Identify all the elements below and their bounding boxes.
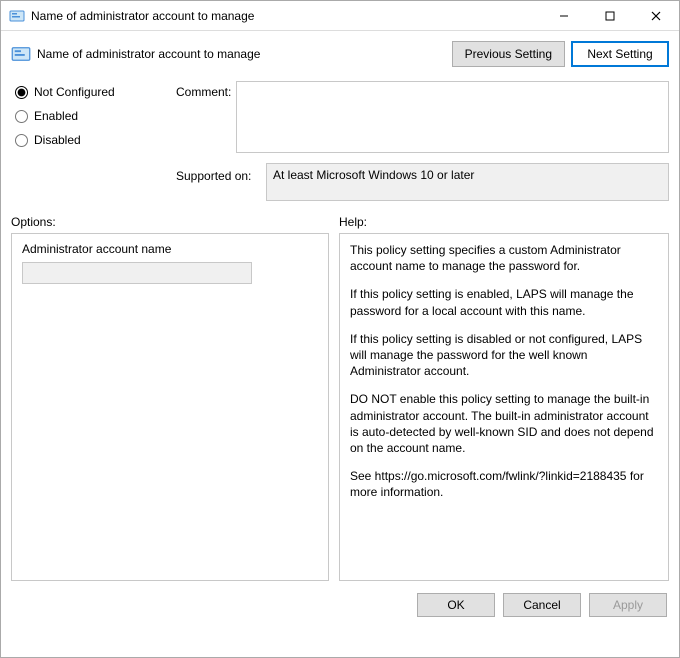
- help-text: DO NOT enable this policy setting to man…: [350, 391, 658, 456]
- radio-enabled-label: Enabled: [34, 109, 78, 123]
- help-text: If this policy setting is enabled, LAPS …: [350, 286, 658, 318]
- policy-icon: [11, 44, 31, 64]
- next-setting-button[interactable]: Next Setting: [571, 41, 669, 67]
- radio-enabled-input[interactable]: [15, 110, 28, 123]
- help-text: See https://go.microsoft.com/fwlink/?lin…: [350, 468, 658, 500]
- cancel-button[interactable]: Cancel: [503, 593, 581, 617]
- help-section-label: Help:: [339, 215, 669, 229]
- help-text: If this policy setting is disabled or no…: [350, 331, 658, 380]
- sub-header: Name of administrator account to manage …: [1, 31, 679, 77]
- minimize-button[interactable]: [541, 1, 587, 30]
- radio-enabled[interactable]: Enabled: [11, 109, 176, 123]
- comment-label: Comment:: [176, 81, 236, 157]
- radio-disabled-label: Disabled: [34, 133, 81, 147]
- previous-setting-button[interactable]: Previous Setting: [452, 41, 565, 67]
- close-button[interactable]: [633, 1, 679, 30]
- help-panel: This policy setting specifies a custom A…: [339, 233, 669, 581]
- supported-on-value: [266, 163, 669, 201]
- comment-textarea[interactable]: [236, 81, 669, 153]
- options-panel: Administrator account name: [11, 233, 329, 581]
- radio-not-configured-input[interactable]: [15, 86, 28, 99]
- help-text: This policy setting specifies a custom A…: [350, 242, 658, 274]
- options-section-label: Options:: [11, 215, 339, 229]
- supported-on-label: Supported on:: [176, 163, 266, 183]
- titlebar: Name of administrator account to manage: [1, 1, 679, 31]
- policy-icon: [9, 8, 25, 24]
- maximize-button[interactable]: [587, 1, 633, 30]
- radio-not-configured-label: Not Configured: [34, 85, 115, 99]
- window-title: Name of administrator account to manage: [31, 9, 541, 23]
- apply-button[interactable]: Apply: [589, 593, 667, 617]
- ok-button[interactable]: OK: [417, 593, 495, 617]
- radio-disabled[interactable]: Disabled: [11, 133, 176, 147]
- radio-not-configured[interactable]: Not Configured: [11, 85, 176, 99]
- admin-account-name-input[interactable]: [22, 262, 252, 284]
- admin-account-name-label: Administrator account name: [22, 242, 318, 256]
- dialog-button-row: OK Cancel Apply: [1, 581, 679, 617]
- state-radio-group: Not Configured Enabled Disabled: [11, 81, 176, 157]
- radio-disabled-input[interactable]: [15, 134, 28, 147]
- policy-name: Name of administrator account to manage: [37, 47, 260, 61]
